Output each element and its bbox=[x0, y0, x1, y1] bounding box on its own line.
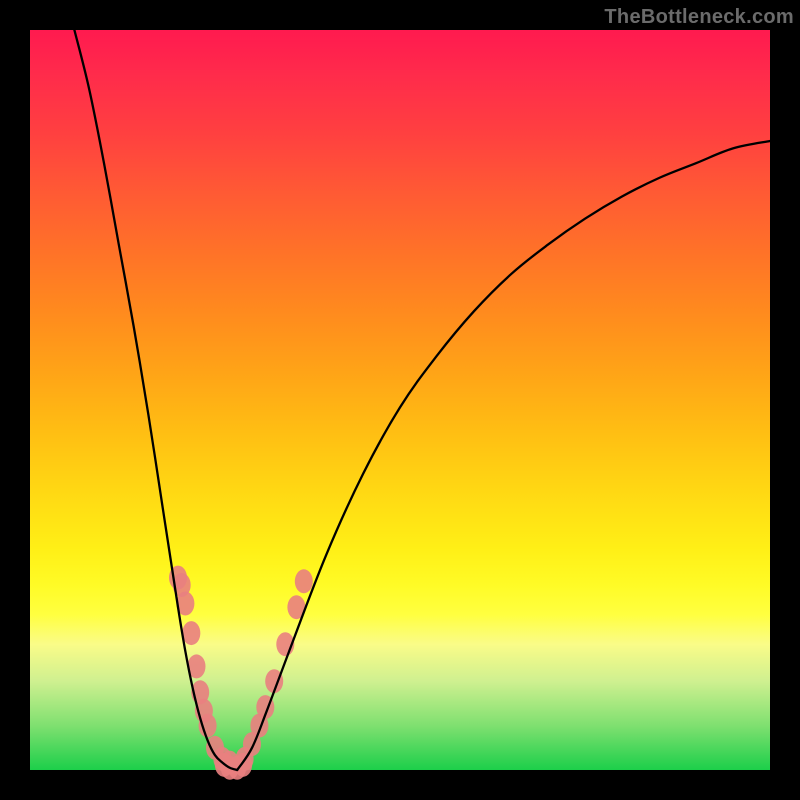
series-right-curve bbox=[237, 141, 770, 770]
marker-dot bbox=[295, 569, 313, 593]
series-left-curve bbox=[74, 30, 237, 770]
line-layer bbox=[74, 30, 770, 770]
marker-dot bbox=[182, 621, 200, 645]
chart-svg bbox=[30, 30, 770, 770]
chart-frame: TheBottleneck.com bbox=[0, 0, 800, 800]
attribution-text: TheBottleneck.com bbox=[604, 6, 794, 29]
marker-dot bbox=[234, 753, 252, 777]
